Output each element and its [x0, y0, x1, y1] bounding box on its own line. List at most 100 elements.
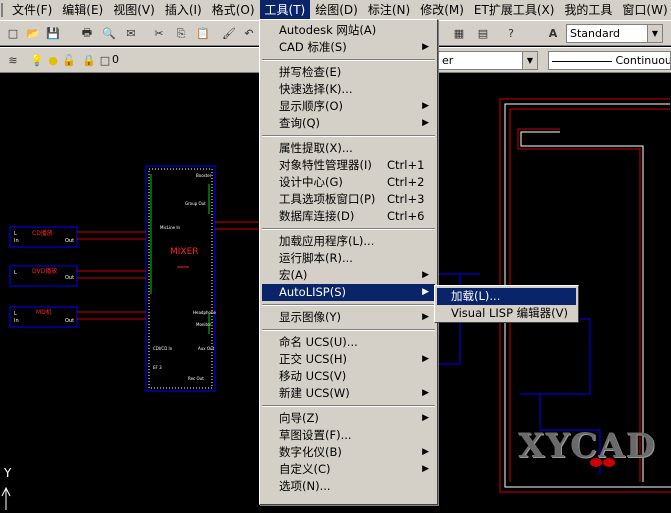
mixer-block: MIXER Booster Group Out MicLine In Headp… [146, 166, 217, 391]
color-select[interactable]: er ▼ [438, 51, 538, 70]
tools-menu-item[interactable]: 拼写检查(E) [262, 64, 435, 81]
svg-text:Booster: Booster [196, 173, 212, 178]
submenu-arrow-icon: ▶ [422, 267, 429, 284]
tools-menu-item[interactable]: 加载应用程序(L)... [262, 233, 435, 250]
tools-menu-item[interactable]: 移动 UCS(V) [262, 368, 435, 385]
menu-item-label: 宏(A) [279, 268, 307, 282]
tools-menu-item[interactable]: 正交 UCS(H)▶ [262, 351, 435, 368]
cut-icon[interactable]: ✂ [150, 25, 168, 42]
text-style-select[interactable]: Standard ▼ [566, 24, 663, 43]
tools-menu-item[interactable]: 查询(Q) ▶ [262, 115, 435, 132]
menu-item-label: 加载应用程序(L)... [279, 234, 374, 248]
linetype-sample [552, 61, 612, 62]
menu-item[interactable]: 我的工具 [559, 0, 617, 20]
menu-item-label: 向导(Z) [279, 411, 319, 425]
tools-menu-item[interactable]: 快速选择(K)... [262, 81, 435, 98]
match-properties-icon[interactable]: 🖌 [220, 25, 238, 42]
submenu-arrow-icon: ▶ [422, 351, 429, 368]
svg-text:Rec Out: Rec Out [188, 376, 204, 381]
menu-item[interactable]: 格式(O) [207, 0, 260, 20]
tools-menu-item[interactable]: 草图设置(F)... [262, 427, 435, 444]
svg-text:In: In [14, 238, 19, 244]
tools-menu-item[interactable]: Autodesk 网站(A) [262, 22, 435, 39]
autolisp-menu-item[interactable]: 加载(L)... [437, 288, 576, 305]
menu-item[interactable]: 插入(I) [160, 0, 207, 20]
menu-item[interactable]: 编辑(E) [57, 0, 108, 20]
menu-item[interactable]: 视图(V) [108, 0, 160, 20]
tools-menu-item[interactable]: 选项(N)... [262, 478, 435, 495]
design-center-icon[interactable]: ▦ [450, 25, 468, 42]
menu-item-label: 自定义(C) [279, 462, 331, 476]
copy-icon[interactable]: ⎘ [172, 25, 190, 42]
menu-separator [262, 405, 435, 407]
tools-menu-item[interactable]: 命名 UCS(U)... [262, 334, 435, 351]
menu-item-label: 选项(N)... [279, 479, 331, 493]
layer-lock-icon[interactable]: 🔓 [60, 52, 78, 69]
print-icon[interactable]: 🖶 [78, 25, 96, 42]
linetype-select[interactable]: Continuous [548, 51, 671, 70]
app-system-icon[interactable] [1, 3, 3, 17]
tools-menu-item[interactable]: 显示顺序(O)▶ [262, 98, 435, 115]
submenu-arrow-icon: ▶ [422, 309, 429, 326]
tools-menu-item[interactable]: 对象特性管理器(I)Ctrl+1 [262, 157, 435, 174]
help-icon[interactable]: ? [502, 25, 520, 42]
tools-menu-item[interactable]: 工具选项板窗口(P)Ctrl+3 [262, 191, 435, 208]
menu-item-label: 移动 UCS(V) [279, 369, 346, 383]
menu-item-label: Autodesk 网站(A) [279, 23, 376, 37]
menu-item-label: 属性提取(X)... [279, 141, 353, 155]
menu-item-label: 新建 UCS(W) [279, 386, 350, 400]
menu-separator [262, 135, 435, 137]
menu-separator [262, 59, 435, 61]
svg-text:EF 3: EF 3 [153, 365, 162, 370]
menu-item-label: 显示图像(Y) [279, 310, 341, 324]
color-value: er [442, 54, 453, 67]
layer-manager-icon[interactable]: ≋ [4, 52, 22, 69]
mixer-label: MIXER [170, 247, 199, 257]
text-style-value: Standard [570, 27, 620, 40]
tools-menu-item[interactable]: 运行脚本(R)... [262, 250, 435, 267]
autolisp-menu-item[interactable]: Visual LISP 编辑器(V) [437, 305, 576, 322]
new-file-icon[interactable]: □ [4, 25, 22, 42]
tools-menu-item[interactable]: AutoLISP(S)▶ [262, 284, 435, 301]
submenu-arrow-icon: ▶ [422, 410, 429, 427]
svg-text:Out: Out [65, 275, 74, 281]
menu-item-shortcut: Ctrl+6 [387, 208, 424, 225]
menu-item-shortcut: Ctrl+3 [387, 191, 424, 208]
menu-item[interactable]: ET扩展工具(X) [469, 0, 560, 20]
menu-item[interactable]: 修改(M) [415, 0, 469, 20]
menu-item-label: 查询(Q) [279, 116, 320, 130]
tools-menu-item[interactable]: 属性提取(X)... [262, 140, 435, 157]
tools-menu-item[interactable]: 新建 UCS(W)▶ [262, 385, 435, 402]
save-icon[interactable]: 💾 [44, 25, 62, 42]
menu-item[interactable]: 窗口(W) [617, 0, 671, 20]
tools-menu-item[interactable]: 宏(A) ▶ [262, 267, 435, 284]
print-preview-icon[interactable]: 🔍 [100, 25, 118, 42]
menu-item[interactable]: 工具(T) [260, 0, 311, 20]
tools-menu-item[interactable]: 向导(Z) ▶ [262, 410, 435, 427]
tools-menu-item[interactable]: 设计中心(G)Ctrl+2 [262, 174, 435, 191]
submenu-arrow-icon: ▶ [422, 39, 429, 56]
submenu-arrow-icon: ▶ [422, 115, 429, 132]
svg-text:CDI/CD In: CDI/CD In [153, 346, 173, 351]
tools-menu-item[interactable]: 显示图像(Y) ▶ [262, 309, 435, 326]
tools-menu-item[interactable]: 自定义(C)▶ [262, 461, 435, 478]
menu-item-shortcut: Ctrl+1 [387, 157, 424, 174]
menu-item-label: 快速选择(K)... [279, 82, 352, 96]
tool-palette-icon[interactable]: ▤ [474, 25, 492, 42]
open-file-icon[interactable]: 📂 [24, 25, 42, 42]
submenu-arrow-icon: ▶ [422, 444, 429, 461]
menu-item-label: CAD 标准(S) [279, 40, 347, 54]
undo-icon[interactable]: ↶ [240, 25, 258, 42]
tools-menu-item[interactable]: CAD 标准(S) ▶ [262, 39, 435, 56]
svg-text:MicLine In: MicLine In [160, 225, 181, 230]
tools-menu-item[interactable]: 数字化仪(B)▶ [262, 444, 435, 461]
publish-icon[interactable]: ✉ [122, 25, 140, 42]
layer-name[interactable]: 0 [112, 53, 119, 66]
tools-menu-item[interactable]: 数据库连接(D)Ctrl+6 [262, 208, 435, 225]
menu-item[interactable]: 文件(F) [7, 0, 57, 20]
ucs-icon [2, 488, 10, 510]
menu-item[interactable]: 绘图(D) [310, 0, 363, 20]
menu-bar: 文件(F)编辑(E)视图(V)插入(I)格式(O)工具(T)绘图(D)标注(N)… [0, 0, 671, 20]
menu-item[interactable]: 标注(N) [363, 0, 415, 20]
paste-icon[interactable]: 📋 [194, 25, 212, 42]
